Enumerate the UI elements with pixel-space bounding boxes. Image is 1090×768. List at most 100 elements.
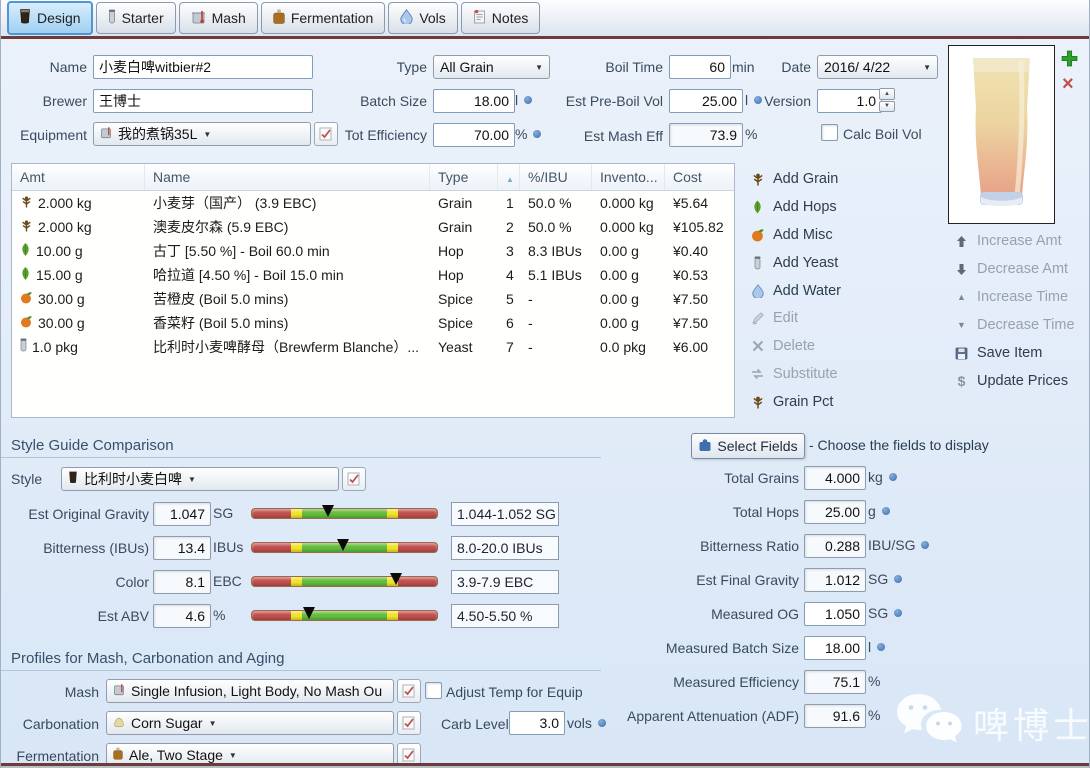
apparent-attenuation-label: Apparent Attenuation (ADF) — [561, 708, 799, 724]
decrease-time-button[interactable]: ▼Decrease Time — [953, 313, 1075, 337]
tab-label: Notes — [492, 10, 529, 26]
tab-starter[interactable]: Starter — [96, 2, 176, 34]
hop-icon — [20, 263, 31, 287]
chevron-down-icon: ▼ — [535, 63, 543, 72]
style-select[interactable]: 比利时小麦白啤 ▼ — [61, 467, 339, 491]
batch-size-input[interactable]: 18.00 — [433, 89, 515, 113]
total-grains-label: Total Grains — [561, 470, 799, 486]
scale-dot-icon[interactable] — [921, 541, 929, 549]
arrow-down-icon — [953, 263, 970, 276]
measured-efficiency-value: 75.1 — [804, 670, 866, 694]
abv-label: Est ABV — [11, 608, 149, 624]
substitute-button[interactable]: Substitute — [749, 362, 838, 386]
preboil-vol-input[interactable]: 25.00 — [669, 89, 743, 113]
color-marker-icon — [390, 573, 402, 585]
select-fields-button[interactable]: Select Fields — [691, 433, 805, 459]
col-order: ▲ — [498, 164, 520, 190]
scale-dot-icon[interactable] — [894, 575, 902, 583]
table-row[interactable]: 15.00 g 哈拉道 [4.50 %] - Boil 15.0 min Hop… — [12, 263, 734, 287]
delete-button[interactable]: Delete — [749, 334, 815, 358]
scale-dot-icon[interactable] — [889, 473, 897, 481]
mash-eff-label: Est Mash Eff — [577, 128, 663, 144]
tab-label: Fermentation — [291, 10, 373, 26]
apparent-attenuation-value: 91.6 — [804, 704, 866, 728]
tot-efficiency-unit: % — [515, 126, 541, 142]
version-input[interactable]: 1.0 — [817, 89, 882, 113]
increase-amt-button[interactable]: Increase Amt — [953, 229, 1062, 253]
grain-pct-button[interactable]: Grain Pct — [749, 390, 833, 414]
col-type: Type — [430, 164, 498, 190]
add-grain-button[interactable]: Add Grain — [749, 167, 838, 191]
add-water-button[interactable]: Add Water — [749, 279, 841, 303]
edit-button[interactable]: Edit — [749, 306, 798, 330]
scale-dot-icon[interactable] — [524, 96, 532, 104]
mash-select[interactable]: Single Infusion, Light Body, No Mash Ou — [106, 679, 394, 703]
total-hops-unit: g — [868, 503, 890, 519]
update-prices-button[interactable]: $Update Prices — [953, 369, 1068, 393]
style-edit-button[interactable] — [342, 467, 366, 491]
increase-time-button[interactable]: ▲Increase Time — [953, 285, 1068, 309]
table-row[interactable]: 2.000 kg 小麦芽（国产） (3.9 EBC) Grain 1 50.0 … — [12, 191, 734, 215]
save-item-button[interactable]: Save Item — [953, 341, 1042, 365]
est-final-gravity-value: 1.012 — [804, 568, 866, 592]
window-bottom-edge — [1, 763, 1089, 768]
col-inventory: Invento... — [592, 164, 665, 190]
table-row[interactable]: 2.000 kg 澳麦皮尔森 (5.9 EBC) Grain 2 50.0 % … — [12, 215, 734, 239]
grain-icon — [20, 191, 33, 215]
table-row[interactable]: 30.00 g 苦橙皮 (Boil 5.0 mins) Spice 5 - 0.… — [12, 287, 734, 311]
table-row[interactable]: 10.00 g 古丁 [5.50 %] - Boil 60.0 min Hop … — [12, 239, 734, 263]
table-row[interactable]: 30.00 g 香菜籽 (Boil 5.0 mins) Spice 6 - 0.… — [12, 311, 734, 335]
hop-icon — [20, 239, 31, 263]
version-stepper[interactable]: ▲▼ — [879, 88, 895, 112]
tab-fermentation[interactable]: Fermentation — [261, 2, 385, 34]
measured-efficiency-unit: % — [868, 673, 880, 689]
carb-level-input[interactable]: 3.0 — [509, 711, 565, 735]
adjust-temp-checkbox[interactable] — [425, 682, 442, 699]
tab-mash[interactable]: Mash — [179, 2, 258, 34]
brewer-input[interactable]: 王博士 — [93, 89, 313, 113]
beer-glass-icon — [19, 9, 31, 27]
date-select[interactable]: 2016/ 4/22 ▼ — [817, 55, 938, 79]
style-label: Style — [11, 471, 42, 487]
fermenter-icon — [113, 747, 123, 763]
measured-og-input[interactable]: 1.050 — [804, 602, 866, 626]
sort-asc-icon[interactable]: ▲ — [506, 175, 514, 184]
tab-notes[interactable]: Notes — [461, 2, 541, 34]
spice-icon — [20, 287, 33, 311]
notes-icon — [473, 9, 486, 27]
pint-glass-image — [949, 46, 1054, 223]
og-range-bar — [251, 508, 438, 519]
add-yeast-button[interactable]: Add Yeast — [749, 251, 838, 275]
pencil-icon — [749, 312, 766, 325]
tab-design[interactable]: Design — [7, 1, 93, 35]
name-input[interactable]: 小麦白啤witbier#2 — [93, 55, 313, 79]
table-row[interactable]: 1.0 pkg 比利时小麦啤酵母（Brewferm Blanche）... Ye… — [12, 335, 734, 359]
boil-time-label: Boil Time — [581, 59, 663, 75]
tab-vols[interactable]: Vols — [388, 2, 457, 34]
ingredients-table-header[interactable]: Amt Name Type ▲ %/IBU Invento... Cost — [12, 164, 734, 191]
tot-efficiency-input[interactable]: 70.00 — [433, 123, 515, 147]
edit-check-icon — [319, 127, 333, 141]
total-hops-label: Total Hops — [561, 504, 799, 520]
abv-range-bar — [251, 610, 438, 621]
triangle-up-icon: ▲ — [953, 292, 970, 302]
carbonation-edit-button[interactable] — [397, 711, 421, 735]
triangle-down-icon: ▼ — [953, 320, 970, 330]
remove-image-button[interactable]: × — [1062, 74, 1074, 94]
scale-dot-icon[interactable] — [877, 643, 885, 651]
equipment-select[interactable]: 我的煮锅35L ▼ — [93, 122, 311, 146]
boil-time-input[interactable]: 60 — [669, 55, 731, 79]
add-hops-button[interactable]: Add Hops — [749, 195, 837, 219]
add-image-button[interactable] — [1061, 50, 1078, 72]
calc-boil-vol-checkbox[interactable] — [821, 124, 838, 141]
type-select[interactable]: All Grain ▼ — [433, 55, 550, 79]
add-misc-button[interactable]: Add Misc — [749, 223, 833, 247]
mash-edit-button[interactable] — [397, 679, 421, 703]
scale-dot-icon[interactable] — [894, 609, 902, 617]
scale-dot-icon[interactable] — [882, 507, 890, 515]
carbonation-select[interactable]: Corn Sugar ▼ — [106, 711, 394, 735]
scale-dot-icon[interactable] — [533, 130, 541, 138]
mash-pot-icon — [113, 683, 125, 699]
decrease-amt-button[interactable]: Decrease Amt — [953, 257, 1068, 281]
measured-batch-size-input[interactable]: 18.00 — [804, 636, 866, 660]
